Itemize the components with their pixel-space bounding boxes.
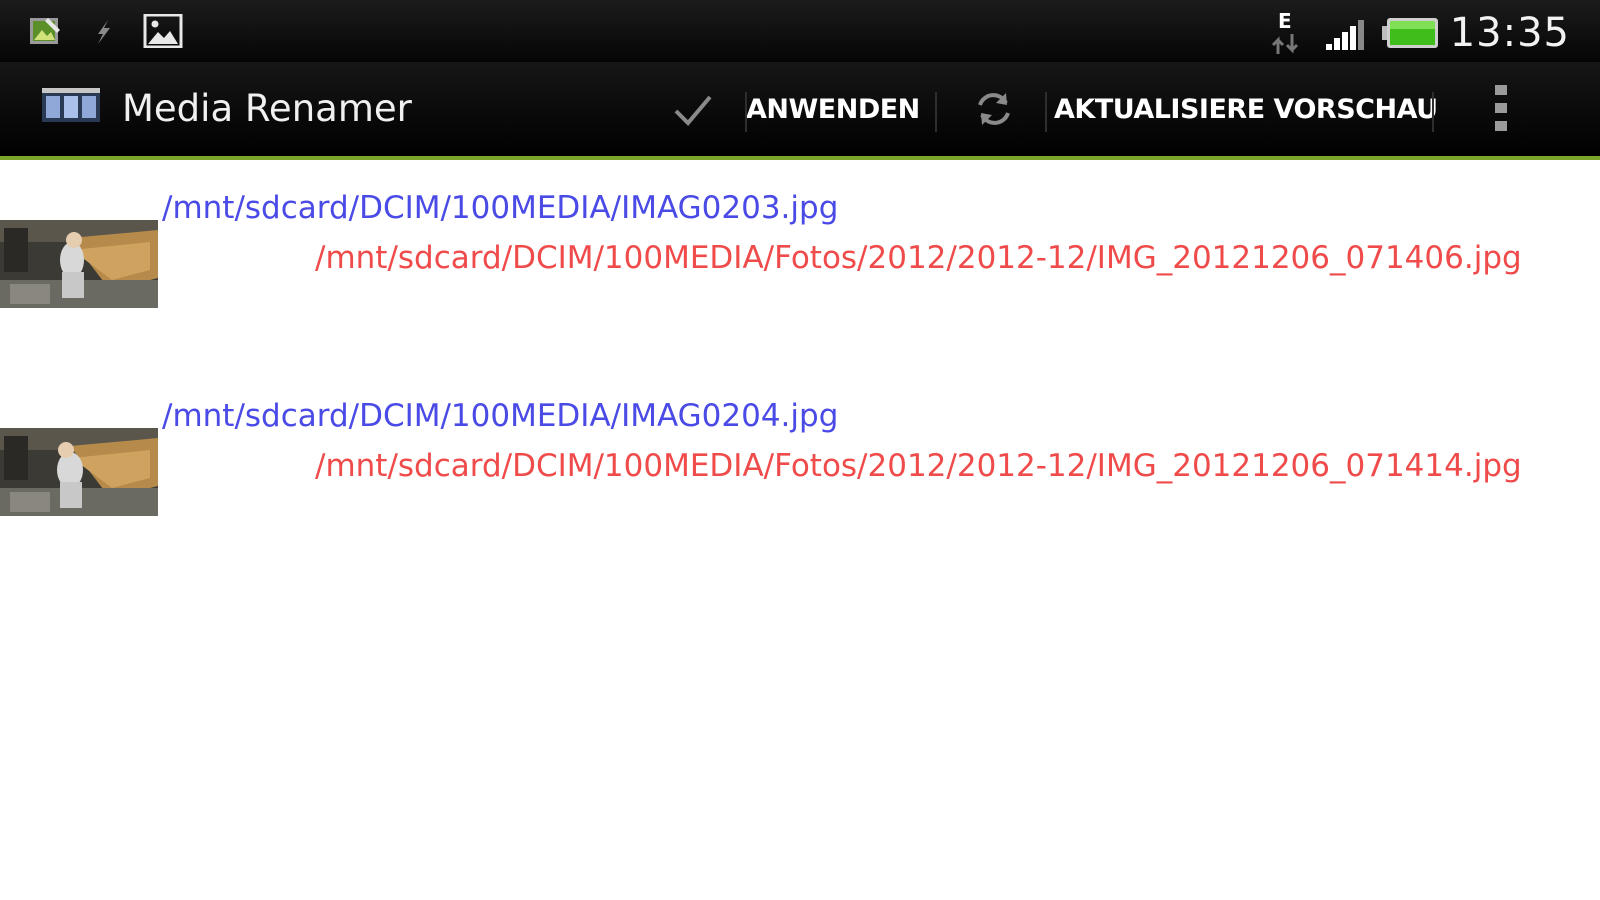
- source-path: /mnt/sdcard/DCIM/100MEDIA/IMAG0203.jpg: [162, 190, 839, 226]
- photo-thumbnail: [0, 220, 158, 308]
- apply-button[interactable]: ANWENDEN: [668, 62, 920, 156]
- network-label: E: [1278, 9, 1292, 33]
- battery-icon: [1382, 18, 1438, 48]
- divider: [745, 92, 747, 132]
- checkmark-icon: [674, 95, 712, 126]
- target-path: /mnt/sdcard/DCIM/100MEDIA/Fotos/2012/201…: [315, 448, 1522, 484]
- refresh-preview-button[interactable]: AKTUALISIERE VORSCHAU: [970, 62, 1438, 156]
- status-time: 13:35: [1449, 10, 1570, 56]
- refresh-preview-label: AKTUALISIERE VORSCHAU: [1054, 93, 1438, 125]
- app-logo-icon: [42, 88, 100, 122]
- divider: [935, 92, 937, 132]
- apply-label: ANWENDEN: [746, 93, 920, 125]
- refresh-icon: [978, 93, 1010, 125]
- source-path: /mnt/sdcard/DCIM/100MEDIA/IMAG0204.jpg: [162, 398, 839, 434]
- target-path: /mnt/sdcard/DCIM/100MEDIA/Fotos/2012/201…: [315, 240, 1522, 276]
- divider: [1045, 92, 1047, 132]
- photo-edit-icon: [30, 18, 60, 44]
- edge-network-icon: E: [1271, 9, 1299, 54]
- image-notification-icon: [143, 14, 183, 48]
- overflow-menu-icon: [1495, 85, 1507, 131]
- action-bar: Media Renamer ANWENDEN AKTUALISIERE VORS…: [0, 62, 1600, 160]
- overflow-menu-button[interactable]: [1480, 62, 1520, 156]
- photo-thumbnail: [0, 428, 158, 516]
- list-item[interactable]: /mnt/sdcard/DCIM/100MEDIA/IMAG0204.jpg /…: [0, 368, 1600, 568]
- app-title: Media Renamer: [122, 87, 412, 130]
- divider: [1432, 92, 1434, 132]
- usb-debug-icon: [98, 20, 110, 44]
- signal-strength-icon: [1326, 20, 1364, 50]
- list-item[interactable]: /mnt/sdcard/DCIM/100MEDIA/IMAG0203.jpg /…: [0, 160, 1600, 360]
- status-bar: E 13:35: [0, 0, 1600, 62]
